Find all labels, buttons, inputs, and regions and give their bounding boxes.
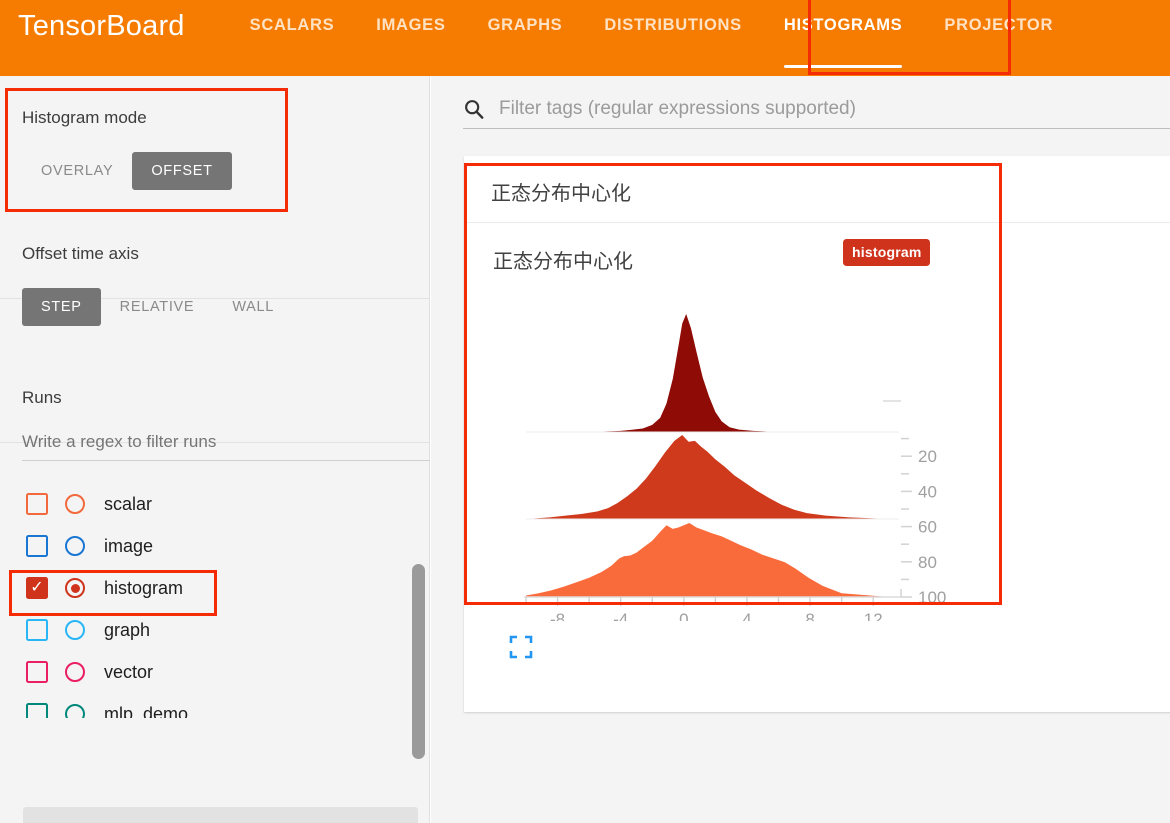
run-color-dot-vector bbox=[65, 662, 85, 682]
run-label-mlp-demo: mlp_demo bbox=[104, 703, 189, 719]
run-checkbox-histogram[interactable]: ✓ bbox=[26, 577, 48, 599]
x-tick-label: -4 bbox=[613, 610, 628, 621]
histogram-mode-buttons: OVERLAY OFFSET bbox=[22, 152, 412, 190]
y-tick-label: 40 bbox=[918, 482, 937, 501]
offset-axis-step-button[interactable]: STEP bbox=[22, 288, 101, 326]
histogram-series-0 bbox=[526, 314, 889, 432]
toggle-all-runs-button[interactable]: TOGGLE ALL RUNS bbox=[23, 807, 418, 823]
run-color-dot-inner bbox=[70, 583, 80, 593]
tab-histograms-label: HISTOGRAMS bbox=[783, 16, 903, 34]
runs-list[interactable]: scalar image ✓ histogram graph vector ml… bbox=[22, 483, 417, 718]
y-tick-label: 100 bbox=[918, 588, 946, 607]
run-label-scalar: scalar bbox=[104, 493, 153, 514]
offset-time-axis-section: Offset time axis STEP RELATIVE WALL bbox=[22, 244, 412, 326]
tag-filter-placeholder: Filter tags (regular expressions support… bbox=[499, 98, 856, 119]
app-brand-title: TensorBoard bbox=[18, 10, 185, 42]
x-tick-label: 4 bbox=[742, 610, 751, 621]
left-sidebar: Histogram mode OVERLAY OFFSET Offset tim… bbox=[0, 76, 430, 823]
tab-scalars-label: SCALARS bbox=[249, 16, 335, 34]
tab-images[interactable]: IMAGES bbox=[355, 0, 466, 76]
runs-section: Runs bbox=[22, 388, 430, 461]
tab-graphs[interactable]: GRAPHS bbox=[467, 0, 584, 76]
run-checkbox-image[interactable] bbox=[26, 535, 48, 557]
tag-filter-bar[interactable]: Filter tags (regular expressions support… bbox=[463, 98, 1170, 129]
histogram-mode-overlay-button[interactable]: OVERLAY bbox=[22, 152, 132, 190]
fullscreen-expand-icon[interactable] bbox=[509, 635, 533, 659]
run-label-histogram: histogram bbox=[104, 577, 184, 598]
histogram-chart-title: 正态分布中心化 bbox=[493, 251, 633, 273]
tag-group-card: 正态分布中心化 正态分布中心化 histogram -8 -4 0 4 8 12 20 40 6… bbox=[464, 156, 1170, 712]
histogram-mode-section: Histogram mode OVERLAY OFFSET bbox=[22, 108, 412, 190]
histogram-series-2 bbox=[526, 523, 889, 597]
x-tick-label: -8 bbox=[550, 610, 565, 621]
run-color-dot-scalar bbox=[65, 494, 85, 514]
offset-axis-relative-button[interactable]: RELATIVE bbox=[101, 288, 214, 326]
tab-histograms[interactable]: HISTOGRAMS bbox=[763, 0, 924, 76]
run-item-image[interactable]: image bbox=[22, 525, 417, 567]
tab-distributions-label: DISTRIBUTIONS bbox=[604, 16, 742, 34]
run-item-mlp-demo[interactable]: mlp_demo bbox=[22, 693, 417, 718]
tab-images-label: IMAGES bbox=[376, 16, 446, 34]
runs-list-scrollbar[interactable] bbox=[412, 564, 425, 759]
y-tick-label: 20 bbox=[918, 447, 937, 466]
run-checkbox-scalar[interactable] bbox=[26, 493, 48, 515]
histogram-offset-plot: -8 -4 0 4 8 12 20 40 60 80 100 bbox=[524, 314, 946, 621]
search-icon bbox=[465, 100, 484, 119]
run-checkbox-graph[interactable] bbox=[26, 619, 48, 641]
main-content-pane: Filter tags (regular expressions support… bbox=[431, 76, 1170, 823]
runs-label: Runs bbox=[22, 388, 62, 407]
offset-time-axis-label: Offset time axis bbox=[22, 244, 139, 263]
x-tick-label: 12 bbox=[864, 610, 883, 621]
tab-graphs-label: GRAPHS bbox=[487, 16, 563, 34]
run-label-image: image bbox=[104, 535, 154, 556]
histogram-mode-offset-button[interactable]: OFFSET bbox=[132, 152, 232, 190]
run-color-dot-graph bbox=[65, 620, 85, 640]
tab-scalars[interactable]: SCALARS bbox=[229, 0, 356, 76]
histogram-series-1 bbox=[526, 435, 889, 519]
nav-tabs: SCALARS IMAGES GRAPHS DISTRIBUTIONS HIST… bbox=[229, 0, 1074, 76]
tab-distributions[interactable]: DISTRIBUTIONS bbox=[583, 0, 762, 76]
run-color-dot-histogram bbox=[65, 578, 85, 598]
runs-filter-input[interactable] bbox=[22, 430, 430, 461]
run-item-vector[interactable]: vector bbox=[22, 651, 417, 693]
offset-time-axis-buttons: STEP RELATIVE WALL bbox=[22, 288, 412, 326]
run-item-scalar[interactable]: scalar bbox=[22, 483, 417, 525]
tab-projector[interactable]: PROJECTOR bbox=[923, 0, 1074, 76]
run-color-dot-mlp-demo bbox=[65, 704, 85, 718]
run-label-graph: graph bbox=[104, 619, 151, 640]
offset-axis-wall-button[interactable]: WALL bbox=[213, 288, 293, 326]
run-item-histogram[interactable]: ✓ histogram bbox=[22, 567, 417, 609]
x-tick-label: 8 bbox=[805, 610, 814, 621]
run-item-graph[interactable]: graph bbox=[22, 609, 417, 651]
x-tick-label: 0 bbox=[679, 610, 688, 621]
run-checkbox-vector[interactable] bbox=[26, 661, 48, 683]
tag-group-title: 正态分布中心化 bbox=[491, 183, 631, 205]
y-tick-label: 60 bbox=[918, 518, 937, 537]
run-checkbox-mlp-demo[interactable] bbox=[26, 703, 48, 718]
histogram-chart-card: 正态分布中心化 histogram -8 -4 0 4 8 12 20 40 60 80 100 bbox=[464, 223, 1002, 711]
run-color-dot-image bbox=[65, 536, 85, 556]
active-tab-underline bbox=[783, 65, 903, 68]
top-navigation-bar: TensorBoard SCALARS IMAGES GRAPHS DISTRI… bbox=[0, 0, 1170, 76]
run-badge: histogram bbox=[843, 239, 931, 266]
checkmark-icon: ✓ bbox=[30, 578, 44, 596]
histogram-mode-label: Histogram mode bbox=[22, 108, 147, 127]
tab-projector-label: PROJECTOR bbox=[944, 16, 1054, 34]
run-label-vector: vector bbox=[104, 661, 154, 682]
y-tick-label: 80 bbox=[918, 553, 937, 572]
